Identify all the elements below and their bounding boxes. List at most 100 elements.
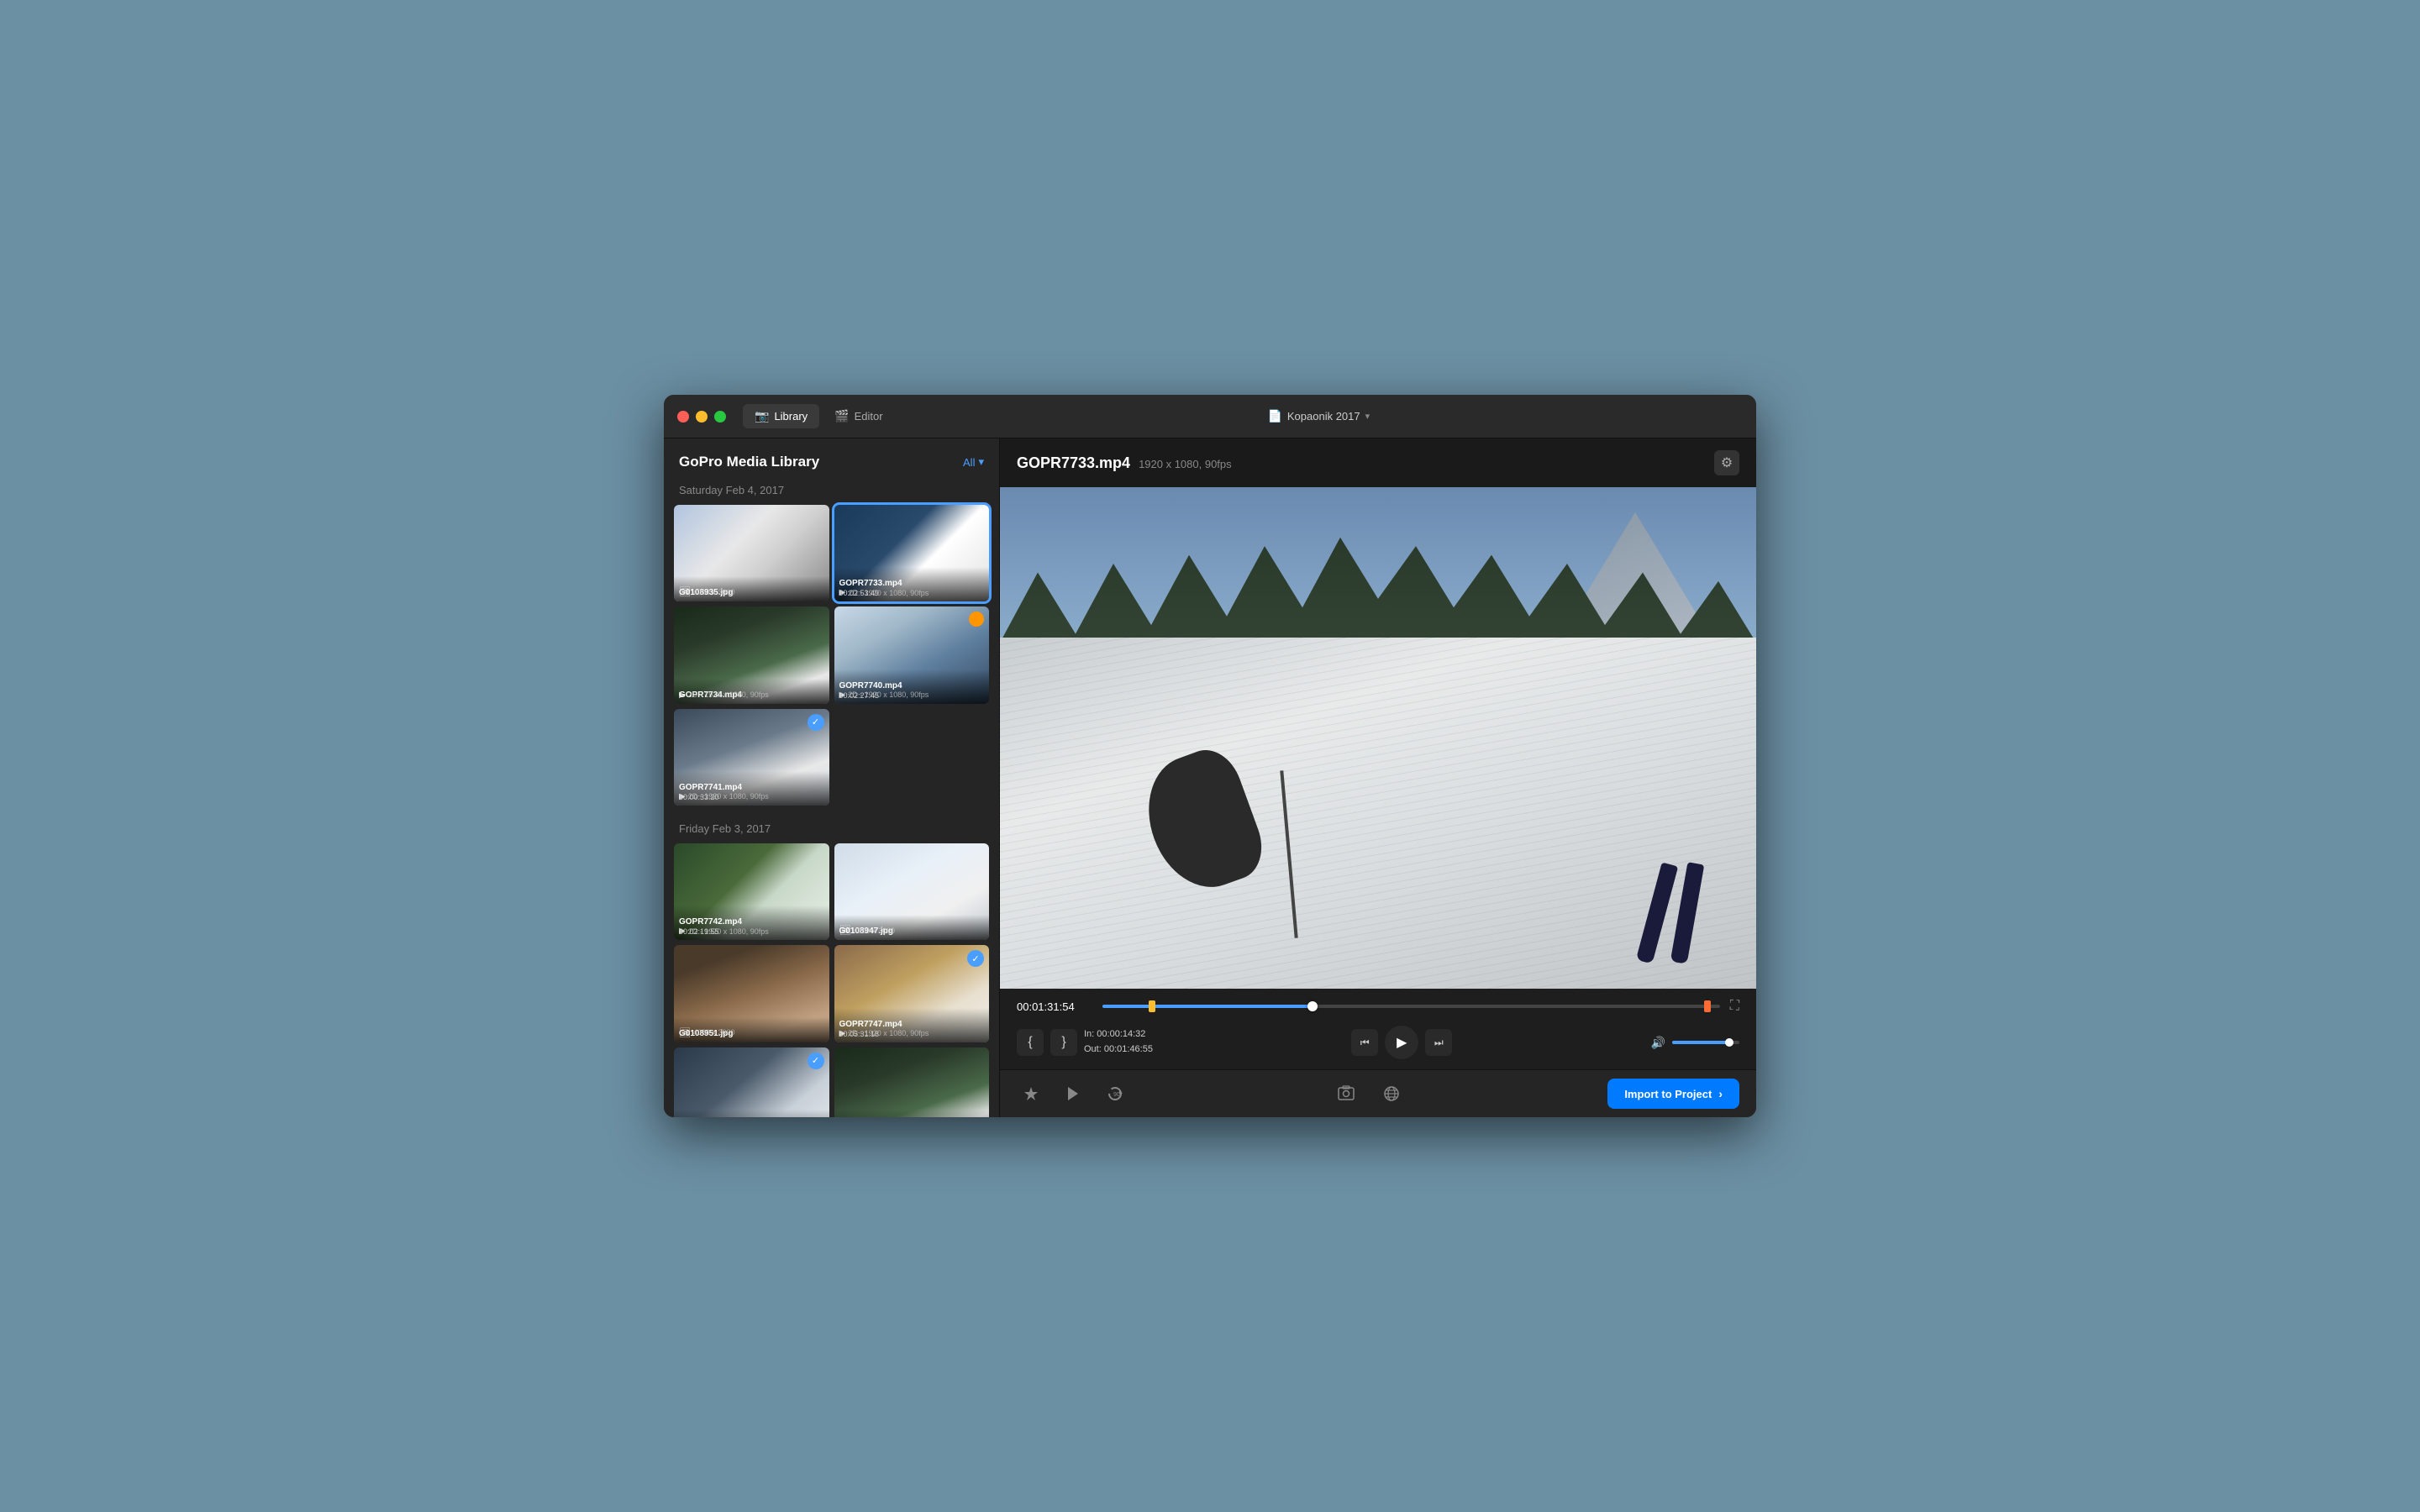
step-back-button[interactable]: ⏮: [1351, 1029, 1378, 1056]
check-badge: ✓: [808, 1053, 824, 1069]
media-item-GOPR7748[interactable]: ✓ GOPR7748.mp4 00:03:00:45: [674, 1047, 829, 1117]
video-icon: ▶: [679, 927, 686, 936]
video-specs: 2D - 1920 x 1080, 90fps: [688, 792, 769, 801]
toolbar-right: Import to Project ›: [1607, 1079, 1739, 1109]
sidebar-header: GoPro Media Library All ▾: [664, 438, 999, 480]
media-item-G0108951[interactable]: G0108951.jpg 🖼 4000 x 3000: [674, 945, 829, 1042]
media-item-GOPR7750[interactable]: GOPR7750.mp4 00:01:12:51: [834, 1047, 990, 1117]
title-bar-center: 📄 Kopaonik 2017 ▾: [895, 409, 1743, 423]
nav-tabs: 📷 Library 🎬 Editor: [743, 404, 895, 428]
title-bar: 📷 Library 🎬 Editor 📄 Kopaonik 2017 ▾: [664, 395, 1756, 438]
trim-button[interactable]: [1059, 1079, 1087, 1108]
fullscreen-button[interactable]: ⛶: [1730, 999, 1739, 1014]
media-item-G0108947[interactable]: G0108947.jpg 🖼 4000 x 3000: [834, 843, 990, 940]
project-title: Kopaonik 2017: [1287, 410, 1360, 423]
out-label: Out:: [1084, 1044, 1102, 1054]
orange-badge: [969, 612, 984, 627]
media-item-GOPR7733[interactable]: GOPR7733.mp4 00:02:53:49 ▶ 2D - 1920 x 1…: [834, 505, 990, 601]
filter-dropdown[interactable]: All ▾: [963, 455, 984, 469]
preview-panel: GOPR7733.mp4 1920 x 1080, 90fps ⚙: [1000, 438, 1756, 1117]
volume-handle[interactable]: [1725, 1038, 1733, 1047]
video-icon: ▶: [839, 690, 846, 700]
import-arrow: ›: [1718, 1087, 1723, 1100]
media-item-GOPR7734[interactable]: GOPR7734.mp4 ▶ 2D - 1920 x 1080, 90fps: [674, 606, 829, 703]
filter-arrow: ▾: [978, 455, 984, 469]
media-grid-saturday: G0108935.jpg 🖼 4000 x 3000 GOPR7733.mp4 …: [674, 505, 989, 806]
out-point-button[interactable]: }: [1050, 1029, 1077, 1056]
media-item-GOPR7742[interactable]: GOPR7742.mp4 00:02:19:55 ▶ 2D - 1920 x 1…: [674, 843, 829, 940]
main-content: GoPro Media Library All ▾ Saturday Feb 4…: [664, 438, 1756, 1117]
preview-title: GOPR7733.mp4 1920 x 1080, 90fps: [1017, 454, 1232, 472]
photo-dimensions: 4000 x 3000: [693, 1028, 735, 1037]
rotate-button[interactable]: 90°: [1101, 1079, 1129, 1108]
video-icon: ▶: [839, 1029, 846, 1038]
scene-equipment: [1649, 863, 1696, 963]
rotate-icon: 90°: [1107, 1085, 1123, 1102]
photo-icon: 🖼: [679, 586, 691, 597]
media-info: GOPR7748.mp4 00:03:00:45: [674, 1110, 829, 1117]
video-specs: 2D - 1920 x 1080, 90fps: [848, 1029, 929, 1037]
tab-editor-label: Editor: [855, 410, 883, 423]
screenshot-icon: [1337, 1084, 1355, 1103]
media-item-GOPR7747[interactable]: ✓ GOPR7747.mp4 00:05:31:18 ▶ 2D - 1920 x…: [834, 945, 990, 1042]
screenshot-button[interactable]: [1332, 1079, 1360, 1108]
media-grid-friday: GOPR7742.mp4 00:02:19:55 ▶ 2D - 1920 x 1…: [674, 843, 989, 1117]
playback-controls: ⏮ ▶ ⏭: [1166, 1026, 1638, 1059]
toolbar-left: 90°: [1017, 1079, 1129, 1108]
playback-row: { } In: 00:00:14:32 Out: 00:01:46:55 ⏮ ▶…: [1000, 1021, 1756, 1069]
globe-icon: [1382, 1084, 1401, 1103]
media-info: GOPR7750.mp4 00:01:12:51: [834, 1110, 990, 1117]
preview-header: GOPR7733.mp4 1920 x 1080, 90fps ⚙: [1000, 438, 1756, 487]
video-icon: ▶: [679, 690, 686, 700]
stabilize-button[interactable]: [1017, 1079, 1045, 1108]
play-button[interactable]: ▶: [1385, 1026, 1418, 1059]
library-icon: 📷: [755, 409, 769, 423]
close-button[interactable]: [677, 411, 689, 423]
media-item-GOPR7741[interactable]: ✓ GOPR7741.mp4 00:00:33:20 ▶ 2D - 1920 x…: [674, 709, 829, 806]
photo-dimensions: 4000 x 3000: [853, 927, 895, 935]
svg-text:90°: 90°: [1113, 1091, 1123, 1098]
in-point-button[interactable]: {: [1017, 1029, 1044, 1056]
photo-dimensions: 4000 x 3000: [693, 588, 735, 596]
preview-filename: GOPR7733.mp4: [1017, 454, 1130, 472]
timeline-progress: [1102, 1005, 1313, 1008]
import-to-project-button[interactable]: Import to Project ›: [1607, 1079, 1739, 1109]
in-out-section: { } In: 00:00:14:32 Out: 00:01:46:55: [1017, 1027, 1153, 1057]
in-out-times: In: 00:00:14:32 Out: 00:01:46:55: [1084, 1027, 1153, 1057]
toolbar-center: [1129, 1079, 1607, 1108]
video-icon: ▶: [839, 588, 846, 597]
playhead[interactable]: [1307, 1001, 1318, 1011]
app-window: 📷 Library 🎬 Editor 📄 Kopaonik 2017 ▾ GoP…: [664, 395, 1756, 1117]
media-filename: GOPR7733.mp4: [839, 579, 985, 588]
sidebar: GoPro Media Library All ▾ Saturday Feb 4…: [664, 438, 1000, 1117]
day-section-friday: Friday Feb 3, 2017 GOPR7742.mp4 00:02:19…: [664, 819, 999, 1117]
project-dropdown-arrow[interactable]: ▾: [1365, 411, 1370, 422]
minimize-button[interactable]: [696, 411, 708, 423]
volume-slider[interactable]: [1672, 1041, 1739, 1044]
out-marker[interactable]: [1704, 1000, 1711, 1012]
maximize-button[interactable]: [714, 411, 726, 423]
time-display: 00:01:31:54: [1017, 1000, 1092, 1013]
tab-editor[interactable]: 🎬 Editor: [823, 404, 894, 428]
media-item-GOPR7740[interactable]: GOPR7740.mp4 00:02:27:45 ▶ 2D - 1920 x 1…: [834, 606, 990, 703]
sidebar-title: GoPro Media Library: [679, 454, 819, 470]
in-label: In:: [1084, 1029, 1094, 1039]
settings-button[interactable]: ⚙: [1714, 450, 1739, 475]
day-header-friday: Friday Feb 3, 2017: [674, 819, 989, 843]
globe-button[interactable]: [1377, 1079, 1406, 1108]
media-filename: GOPR7747.mp4: [839, 1020, 985, 1029]
in-time: 00:00:14:32: [1097, 1029, 1145, 1039]
in-marker[interactable]: [1149, 1000, 1155, 1012]
volume-icon: 🔊: [1651, 1036, 1665, 1050]
tab-library[interactable]: 📷 Library: [743, 404, 819, 428]
video-specs: 2D - 1920 x 1080, 90fps: [848, 690, 929, 699]
volume-section: 🔊: [1651, 1036, 1739, 1050]
media-item-G0108935[interactable]: G0108935.jpg 🖼 4000 x 3000: [674, 505, 829, 601]
video-specs: 2D - 1920 x 1080, 90fps: [688, 690, 769, 699]
day-section-saturday: Saturday Feb 4, 2017 G0108935.jpg 🖼 4000…: [664, 480, 999, 819]
step-forward-button[interactable]: ⏭: [1425, 1029, 1452, 1056]
check-badge: ✓: [967, 950, 984, 967]
import-label: Import to Project: [1624, 1088, 1712, 1100]
timeline-track[interactable]: [1102, 1005, 1720, 1008]
video-preview: [1000, 487, 1756, 989]
